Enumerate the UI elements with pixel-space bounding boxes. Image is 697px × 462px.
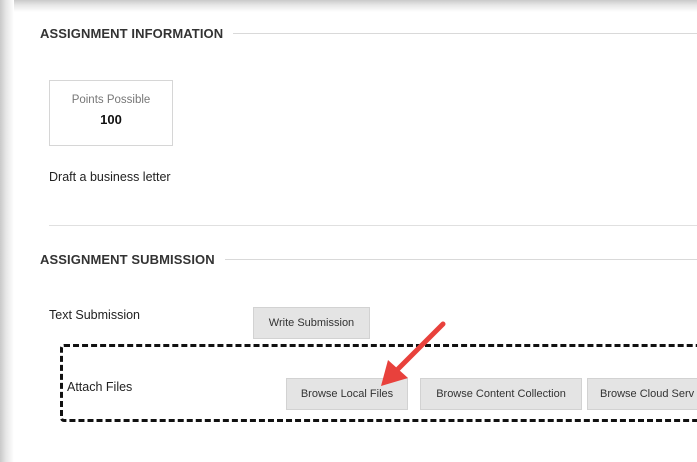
assignment-information-rule bbox=[233, 33, 697, 34]
top-shadow-edge bbox=[0, 0, 697, 12]
write-submission-button[interactable]: Write Submission bbox=[253, 307, 370, 339]
text-submission-label: Text Submission bbox=[49, 308, 141, 322]
section-divider bbox=[49, 225, 697, 226]
points-possible-card: Points Possible 100 bbox=[49, 80, 173, 146]
points-possible-label: Points Possible bbox=[71, 94, 151, 106]
assignment-submission-title: ASSIGNMENT SUBMISSION bbox=[40, 252, 215, 267]
assignment-information-title: ASSIGNMENT INFORMATION bbox=[40, 26, 224, 41]
attach-files-highlight-box bbox=[60, 344, 697, 422]
assignment-description: Draft a business letter bbox=[49, 170, 171, 184]
assignment-information-header: ASSIGNMENT INFORMATION bbox=[40, 26, 697, 41]
screenshot-frame: ASSIGNMENT INFORMATION Points Possible 1… bbox=[0, 0, 697, 462]
left-shadow-edge bbox=[0, 0, 14, 462]
assignment-submission-rule bbox=[224, 259, 697, 260]
assignment-page: ASSIGNMENT INFORMATION Points Possible 1… bbox=[14, 12, 697, 462]
assignment-submission-header: ASSIGNMENT SUBMISSION bbox=[40, 252, 697, 267]
points-possible-value: 100 bbox=[100, 112, 122, 127]
